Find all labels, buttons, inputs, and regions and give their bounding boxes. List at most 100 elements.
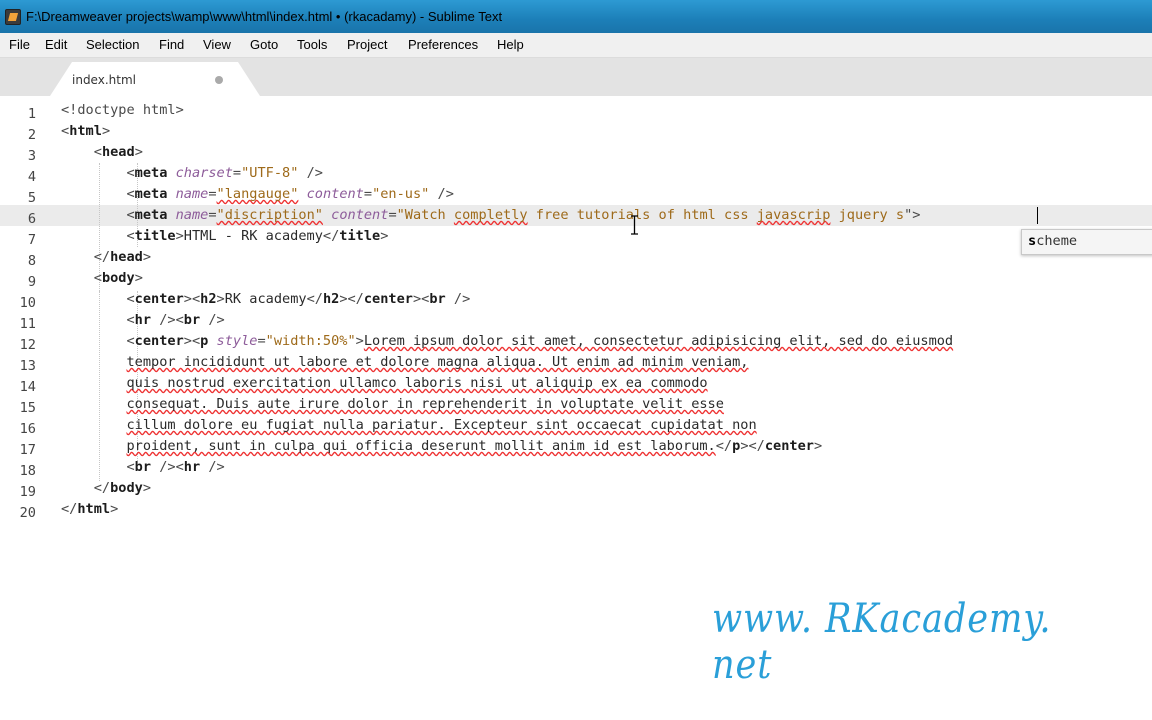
menu-find[interactable]: Find (159, 37, 184, 52)
unsaved-dot-icon[interactable] (215, 76, 223, 84)
code-token: < (126, 186, 135, 202)
code-token: Lorem ipsum dolor sit amet, consectetur … (363, 333, 954, 349)
code-token: br (183, 312, 201, 328)
code-token: meta (134, 207, 168, 223)
code-token: "en-us" (372, 186, 430, 202)
code-token: center (134, 291, 184, 307)
code-token: html (77, 501, 111, 517)
code-token: title (339, 228, 381, 244)
code-line[interactable]: <hr /><br /> (61, 310, 224, 331)
code-token: >< (183, 291, 201, 307)
code-token: > (142, 249, 152, 265)
code-line[interactable]: </body> (61, 478, 151, 499)
menu-edit[interactable]: Edit (45, 37, 67, 52)
line-number: 13 (19, 358, 36, 374)
line-number: 10 (19, 295, 36, 311)
code-token: "discription" (216, 207, 323, 223)
line-number: 4 (27, 169, 36, 185)
code-line[interactable]: <meta name="langauge" content="en-us" /> (61, 184, 454, 205)
code-token: < (93, 270, 102, 286)
code-token: content (331, 207, 389, 223)
sublime-text-icon[interactable] (5, 9, 21, 25)
menu-project[interactable]: Project (347, 37, 387, 52)
code-token: quis nostrud exercitation ullamco labori… (126, 375, 708, 391)
autocomplete-item[interactable]: scheme (1028, 233, 1077, 249)
menu-help[interactable]: Help (497, 37, 524, 52)
menu-selection[interactable]: Selection (86, 37, 139, 52)
code-line[interactable]: <head> (61, 142, 143, 163)
line-number: 19 (19, 484, 36, 500)
code-token: h2 (322, 291, 340, 307)
code-token: = (208, 207, 217, 223)
code-line[interactable]: <center><p style="width:50%">Lorem ipsum… (61, 331, 953, 352)
line-number: 8 (27, 253, 36, 269)
title-bar: F:\Dreamweaver projects\wamp\www\html\in… (0, 0, 1152, 33)
code-token: >< (183, 333, 201, 349)
menu-goto[interactable]: Goto (250, 37, 278, 52)
line-number: 5 (27, 190, 36, 206)
code-token: free tutorials of html css (527, 207, 757, 223)
line-number: 2 (27, 127, 36, 143)
code-token: cillum dolore eu fugiat nulla pariatur. … (126, 417, 757, 433)
code-token: > (134, 270, 143, 286)
code-token: > (216, 291, 225, 307)
code-token: head (101, 144, 135, 160)
text-cursor (1037, 207, 1038, 224)
code-token: </ (61, 501, 78, 517)
line-number: 11 (19, 316, 36, 332)
code-token: > (134, 144, 143, 160)
menu-preferences[interactable]: Preferences (408, 37, 478, 52)
code-token: < (126, 459, 135, 475)
code-token: javascrip (756, 207, 831, 223)
code-line[interactable]: <html> (61, 121, 110, 142)
code-token: charset (175, 165, 233, 181)
code-token: /> (429, 186, 454, 202)
code-token: HTML - RK academy (183, 228, 323, 244)
menu-bar: File Edit Selection Find View Goto Tools… (0, 33, 1152, 58)
code-token: > (355, 333, 364, 349)
code-line[interactable]: proident, sunt in culpa qui officia dese… (61, 436, 822, 457)
code-line[interactable]: <meta name="discription" content="Watch … (61, 205, 920, 226)
code-token: name (175, 207, 209, 223)
code-token: < (93, 144, 102, 160)
code-line[interactable]: <br /><hr /> (61, 457, 224, 478)
code-line[interactable]: consequat. Duis aute irure dolor in repr… (61, 394, 723, 415)
code-line[interactable]: </html> (61, 499, 118, 520)
autocomplete-popup[interactable]: scheme (1021, 229, 1152, 255)
code-token: style (216, 333, 258, 349)
code-token: > (101, 123, 111, 139)
code-token: RK academy (224, 291, 307, 307)
code-token: < (126, 333, 135, 349)
code-line[interactable]: <body> (61, 268, 143, 289)
code-token: < (126, 207, 135, 223)
menu-view[interactable]: View (203, 37, 231, 52)
code-token: > (380, 228, 389, 244)
code-line[interactable]: cillum dolore eu fugiat nulla pariatur. … (61, 415, 757, 436)
code-line[interactable]: <!doctype html> (61, 100, 184, 121)
code-line[interactable]: tempor incididunt ut labore et dolore ma… (61, 352, 748, 373)
menu-file[interactable]: File (9, 37, 30, 52)
code-line[interactable]: </head> (61, 247, 151, 268)
code-token: body (110, 480, 143, 496)
code-token: center (134, 333, 184, 349)
code-line[interactable]: <meta charset="UTF-8" /> (61, 163, 322, 184)
line-number: 3 (27, 148, 36, 164)
code-token: proident, sunt in culpa qui officia dese… (126, 438, 716, 454)
line-number: 14 (19, 379, 36, 395)
menu-tools[interactable]: Tools (297, 37, 327, 52)
code-line[interactable]: quis nostrud exercitation ullamco labori… (61, 373, 708, 394)
tab-index-html[interactable]: index.html (50, 62, 260, 96)
code-token: = (208, 186, 217, 202)
code-line[interactable]: <title>HTML - RK academy</title> (61, 226, 388, 247)
code-line[interactable]: <center><h2>RK academy</h2></center><br … (61, 289, 470, 310)
